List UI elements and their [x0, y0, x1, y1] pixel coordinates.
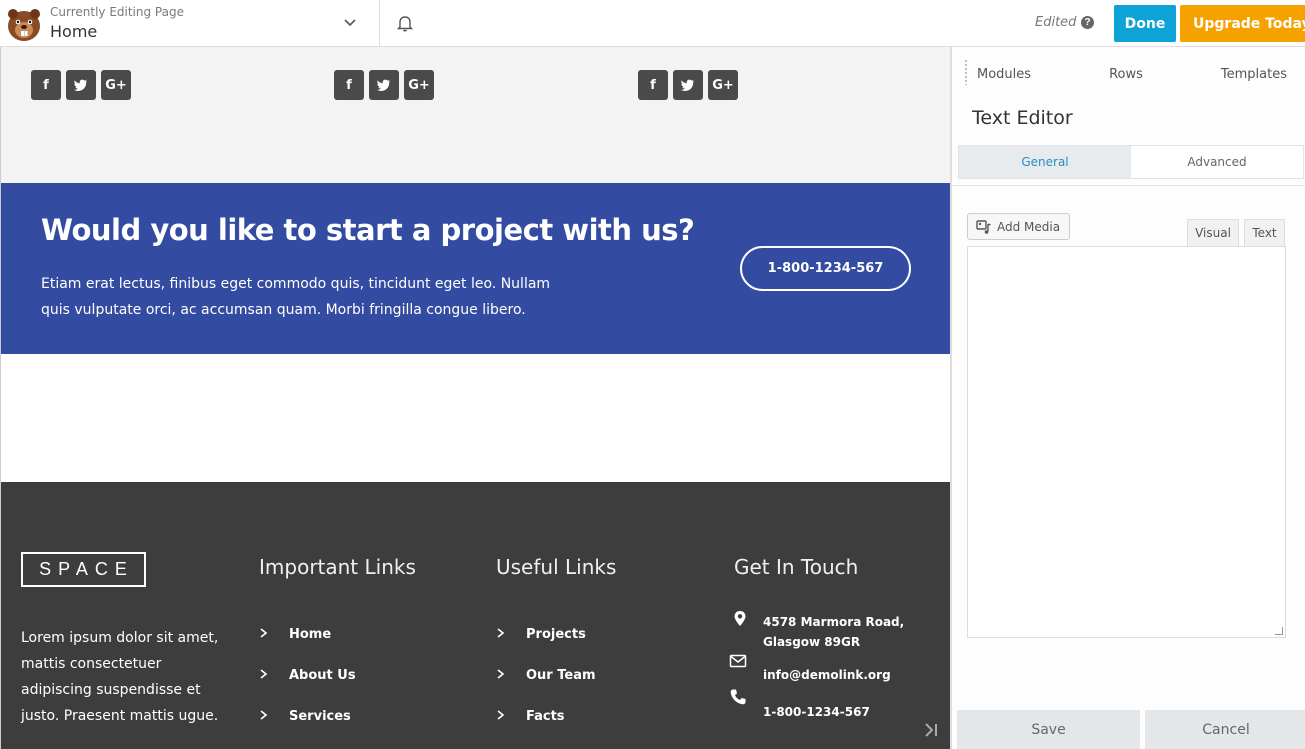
twitter-icon[interactable] — [66, 70, 96, 100]
chevron-right-icon — [259, 668, 289, 684]
facebook-icon[interactable]: f — [638, 70, 668, 100]
add-media-button[interactable]: Add Media — [967, 213, 1070, 240]
address-line-1: 4578 Marmora Road, — [763, 615, 905, 629]
important-links-list: Home About Us Services — [259, 627, 356, 749]
cancel-button[interactable]: Cancel — [1145, 710, 1305, 749]
google-plus-icon[interactable]: G+ — [404, 70, 434, 100]
list-item[interactable]: Services — [259, 709, 356, 749]
done-button[interactable]: Done — [1114, 5, 1176, 42]
save-button[interactable]: Save — [957, 710, 1140, 749]
tab-advanced[interactable]: Advanced — [1131, 146, 1303, 178]
upgrade-today-button[interactable]: Upgrade Today — [1180, 5, 1305, 42]
tab-rows[interactable]: Rows — [1109, 67, 1143, 82]
cta-body: Etiam erat lectus, finibus eget commodo … — [41, 276, 551, 318]
tab-templates[interactable]: Templates — [1221, 67, 1287, 82]
tab-modules[interactable]: Modules — [977, 67, 1031, 82]
bell-icon[interactable] — [395, 13, 415, 33]
add-media-label: Add Media — [997, 219, 1061, 234]
resize-handle-icon[interactable] — [1275, 627, 1283, 635]
footer-about-text: Lorem ipsum dolor sit amet, mattis conse… — [21, 630, 219, 724]
contact-phone-text[interactable]: 1-800-1234-567 — [763, 702, 870, 722]
get-in-touch-title: Get In Touch — [734, 555, 859, 579]
social-group: f G+ — [334, 70, 434, 100]
panel-tabs: Modules Rows Templates — [977, 67, 1305, 82]
editing-page-eyebrow: Currently Editing Page — [50, 5, 184, 19]
useful-links-title: Useful Links — [496, 555, 617, 579]
list-item[interactable]: Our Team — [496, 668, 596, 709]
envelope-icon — [729, 654, 747, 668]
social-links-section: f G+ f G+ f G+ — [1, 47, 950, 183]
map-pin-icon — [734, 611, 746, 626]
edited-status: Edited — [1035, 15, 1077, 30]
collapse-panel-icon[interactable] — [921, 720, 941, 740]
footer-link[interactable]: Services — [289, 709, 351, 724]
google-plus-icon[interactable]: G+ — [101, 70, 131, 100]
media-icon — [976, 219, 991, 234]
footer-link[interactable]: Home — [289, 627, 331, 642]
empty-row — [1, 354, 950, 482]
chevron-right-icon — [496, 668, 526, 684]
useful-links-list: Projects Our Team Facts — [496, 627, 596, 749]
settings-panel: Modules Rows Templates Text Editor Gener… — [950, 47, 1305, 749]
facebook-icon[interactable]: f — [334, 70, 364, 100]
address-line-2: Glasgow 89GR — [763, 635, 861, 649]
facebook-icon[interactable]: f — [31, 70, 61, 100]
google-plus-icon[interactable]: G+ — [708, 70, 738, 100]
social-group: f G+ — [31, 70, 131, 100]
cta-section: Would you like to start a project with u… — [1, 183, 950, 354]
tab-visual[interactable]: Visual — [1187, 219, 1239, 246]
settings-subtabs: General Advanced — [958, 145, 1304, 179]
current-page-name: Home — [50, 22, 98, 41]
tab-general[interactable]: General — [959, 146, 1131, 178]
cta-phone-button[interactable]: 1-800-1234-567 — [740, 246, 911, 291]
text-editor-area[interactable] — [967, 246, 1286, 638]
phone-icon — [730, 689, 746, 705]
list-item[interactable]: Home — [259, 627, 356, 668]
help-icon[interactable]: ? — [1081, 16, 1094, 29]
footer-link[interactable]: Facts — [526, 709, 565, 724]
chevron-down-icon[interactable] — [342, 14, 358, 30]
list-item[interactable]: Facts — [496, 709, 596, 749]
drag-handle-icon[interactable] — [964, 59, 968, 85]
chevron-right-icon — [496, 709, 526, 725]
tab-text[interactable]: Text — [1244, 219, 1285, 246]
footer: SPACE Lorem ipsum dolor sit amet, mattis… — [1, 482, 950, 749]
footer-link[interactable]: Our Team — [526, 668, 596, 683]
beaver-logo-icon[interactable] — [4, 4, 44, 44]
footer-link[interactable]: Projects — [526, 627, 586, 642]
divider — [952, 185, 1305, 186]
chevron-right-icon — [496, 627, 526, 643]
page-selector[interactable]: Currently Editing Page Home — [50, 0, 380, 46]
page-canvas: f G+ f G+ f G+ Would you like to start a… — [0, 47, 950, 749]
cta-heading: Would you like to start a project with u… — [41, 213, 695, 247]
chevron-right-icon — [259, 709, 289, 725]
important-links-title: Important Links — [259, 555, 416, 579]
twitter-icon[interactable] — [369, 70, 399, 100]
footer-logo[interactable]: SPACE — [21, 552, 146, 587]
top-toolbar: Currently Editing Page Home Edited ? Don… — [0, 0, 1305, 47]
panel-title: Text Editor — [972, 107, 1073, 129]
list-item[interactable]: About Us — [259, 668, 356, 709]
footer-link[interactable]: About Us — [289, 668, 356, 683]
social-group: f G+ — [638, 70, 738, 100]
list-item[interactable]: Projects — [496, 627, 596, 668]
chevron-right-icon — [259, 627, 289, 643]
contact-email-text[interactable]: info@demolink.org — [763, 665, 891, 685]
twitter-icon[interactable] — [673, 70, 703, 100]
